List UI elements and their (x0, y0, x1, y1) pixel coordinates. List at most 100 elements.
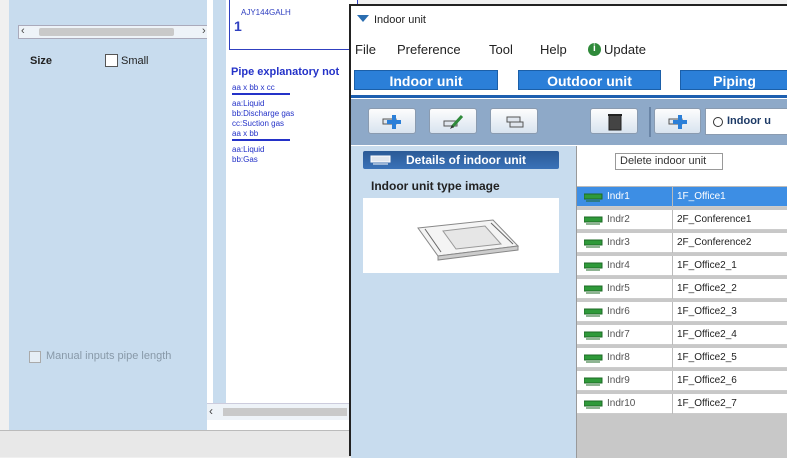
unit-comment-cell: 1F_Office1 (677, 191, 726, 202)
radio-label: Indoor u (727, 115, 771, 127)
cell-divider (672, 394, 673, 414)
indoor-unit-image (363, 198, 559, 273)
small-label: Small (121, 55, 149, 67)
pipe-note-line: aa:Liquid (232, 99, 265, 108)
menu-preference[interactable]: Preference (397, 42, 461, 57)
cell-divider (672, 348, 673, 368)
cassette-unit-icon (417, 219, 520, 261)
trash-icon (608, 114, 622, 131)
details-panel: Details of indoor unit Indoor unit type … (351, 146, 577, 458)
table-row[interactable]: Indr10 1F_Office2_7 (577, 394, 787, 414)
indoor-unit-row-icon (584, 354, 603, 363)
indoor-unit-radio-option[interactable]: Indoor u (705, 108, 787, 135)
unit-comment-cell: 1F_Office2_2 (677, 283, 737, 294)
cell-divider (672, 187, 673, 207)
add-unit-icon (382, 115, 401, 129)
type-image-label: Indoor unit type image (371, 179, 500, 193)
menu-file[interactable]: File (355, 42, 376, 57)
drawing-canvas-border (213, 0, 226, 407)
indoor-unit-row-icon (584, 216, 603, 225)
indoor-unit-row-icon (584, 331, 603, 340)
canvas-horizontal-scrollbar[interactable]: ‹ (207, 403, 350, 420)
radio-button[interactable] (713, 117, 723, 127)
pipe-note-line: aa:Liquid (232, 145, 265, 154)
indoor-unit-row-icon (584, 285, 603, 294)
edit-indoor-unit-button[interactable] (429, 108, 477, 134)
unit-comment-cell: 2F_Conference2 (677, 237, 752, 248)
tab-bar: Indoor unit Outdoor unit Piping (351, 65, 787, 101)
tab-underline (351, 95, 787, 98)
unit-name-cell: Indr6 (607, 306, 630, 317)
manual-inputs-checkbox[interactable] (29, 351, 41, 363)
cell-divider (672, 371, 673, 391)
unit-model-text: AJY144GALH (241, 8, 291, 17)
table-row[interactable]: Indr2 2F_Conference1 (577, 210, 787, 230)
grid-header: mments Delete indoor unit (577, 146, 787, 187)
window-icon (357, 15, 369, 22)
pipe-explanatory-title: Pipe explanatory not (231, 66, 340, 78)
table-row[interactable]: Indr4 1F_Office2_1 (577, 256, 787, 276)
status-bar (0, 430, 351, 457)
scrollbar-thumb[interactable] (223, 408, 347, 416)
size-label: Size (30, 55, 53, 67)
table-row[interactable]: Indr3 2F_Conference2 (577, 233, 787, 253)
indoor-unit-grid: mments Delete indoor unit Indr1 1F_Office… (576, 146, 787, 458)
unit-comment-cell: 1F_Office2_5 (677, 352, 737, 363)
table-row[interactable]: Indr5 1F_Office2_2 (577, 279, 787, 299)
small-checkbox[interactable] (105, 54, 118, 67)
tab-indoor-unit[interactable]: Indoor unit (354, 70, 498, 90)
indoor-unit-row-icon (584, 262, 603, 271)
unit-name-cell: Indr2 (607, 214, 630, 225)
indoor-unit-window: Indoor unit File Preference Tool Help Up… (349, 4, 787, 458)
menu-update[interactable]: Update (604, 42, 646, 57)
edit-unit-icon (443, 114, 464, 129)
table-row[interactable]: Indr9 1F_Office2_6 (577, 371, 787, 391)
manual-inputs-label: Manual inputs pipe length (46, 350, 172, 362)
unit-name-cell: Indr7 (607, 329, 630, 340)
unit-comment-cell: 1F_Office2_4 (677, 329, 737, 340)
tab-outdoor-unit[interactable]: Outdoor unit (518, 70, 661, 90)
table-row[interactable]: Indr7 1F_Office2_4 (577, 325, 787, 345)
details-header-label: Details of indoor unit (406, 153, 526, 167)
copy-unit-icon (506, 116, 524, 128)
cell-divider (672, 279, 673, 299)
window-titlebar[interactable]: Indoor unit (351, 6, 787, 36)
unit-name-cell: Indr4 (607, 260, 630, 271)
toolbar: Indoor u (351, 99, 787, 145)
indoor-unit-row-icon (584, 308, 603, 317)
unit-name-cell: Indr1 (607, 191, 630, 202)
pipe-note-line: aa x bb x cc (232, 83, 275, 92)
copy-indoor-unit-button[interactable] (490, 108, 538, 134)
add-unit-icon (668, 115, 687, 129)
table-row[interactable]: Indr1 1F_Office1 (577, 187, 787, 207)
add-unit-mode-button[interactable] (654, 108, 701, 134)
add-indoor-unit-button[interactable] (368, 108, 416, 134)
table-row[interactable]: Indr8 1F_Office2_5 (577, 348, 787, 368)
indoor-unit-icon (370, 155, 391, 165)
scroll-left-icon[interactable]: ‹ (21, 25, 25, 37)
delete-tooltip: Delete indoor unit (615, 153, 723, 170)
menu-help[interactable]: Help (540, 42, 567, 57)
scroll-right-icon[interactable]: › (202, 25, 206, 37)
scroll-left-icon[interactable]: ‹ (209, 404, 213, 418)
indoor-unit-row-icon (584, 193, 603, 202)
indoor-unit-row-icon (584, 377, 603, 386)
tab-piping[interactable]: Piping (680, 70, 787, 90)
pipe-note-line: bb:Gas (232, 155, 258, 164)
toolbar-separator (649, 107, 651, 137)
unit-drawing-box[interactable]: AJY144GALH 1 (229, 0, 358, 50)
pipe-underline (232, 139, 290, 141)
horizontal-scrollbar[interactable]: ‹ › (18, 25, 214, 39)
update-icon[interactable] (588, 43, 601, 56)
delete-indoor-unit-button[interactable] (590, 108, 638, 134)
menu-tool[interactable]: Tool (489, 42, 513, 57)
details-header[interactable]: Details of indoor unit (363, 151, 559, 169)
unit-name-cell: Indr5 (607, 283, 630, 294)
unit-name-cell: Indr9 (607, 375, 630, 386)
unit-comment-cell: 1F_Office2_7 (677, 398, 737, 409)
unit-comment-cell: 1F_Office2_3 (677, 306, 737, 317)
indoor-unit-row-icon (584, 239, 603, 248)
scrollbar-thumb[interactable] (39, 28, 174, 36)
table-row[interactable]: Indr6 1F_Office2_3 (577, 302, 787, 322)
unit-name-cell: Indr10 (607, 398, 636, 409)
